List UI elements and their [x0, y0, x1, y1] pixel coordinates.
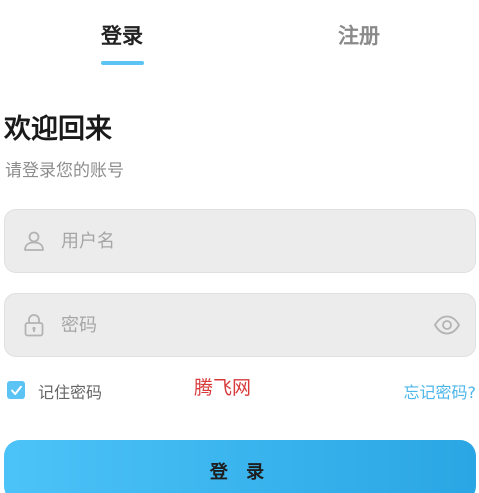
password-input[interactable]	[61, 294, 421, 356]
password-field[interactable]	[4, 293, 476, 357]
lock-icon	[24, 314, 44, 337]
tab-login[interactable]: 登录	[101, 20, 143, 50]
user-icon	[24, 231, 44, 251]
username-field[interactable]	[4, 209, 476, 273]
username-input[interactable]	[61, 210, 421, 272]
eye-icon[interactable]	[433, 314, 461, 336]
page-subtitle: 请登录您的账号	[5, 161, 124, 181]
active-tab-indicator	[101, 61, 144, 65]
login-page: 登录 注册 欢迎回来 请登录您的账号 记住密码 腾飞网 忘记密码? 登 录	[0, 0, 479, 493]
watermark-text: 腾飞网	[194, 377, 252, 399]
page-title: 欢迎回来	[4, 114, 112, 145]
tab-register[interactable]: 注册	[338, 20, 380, 50]
login-button[interactable]: 登 录	[4, 440, 476, 493]
check-icon	[10, 385, 22, 395]
forgot-password-link[interactable]: 忘记密码?	[404, 379, 477, 403]
remember-checkbox[interactable]	[7, 381, 25, 399]
remember-label[interactable]: 记住密码	[38, 379, 102, 403]
